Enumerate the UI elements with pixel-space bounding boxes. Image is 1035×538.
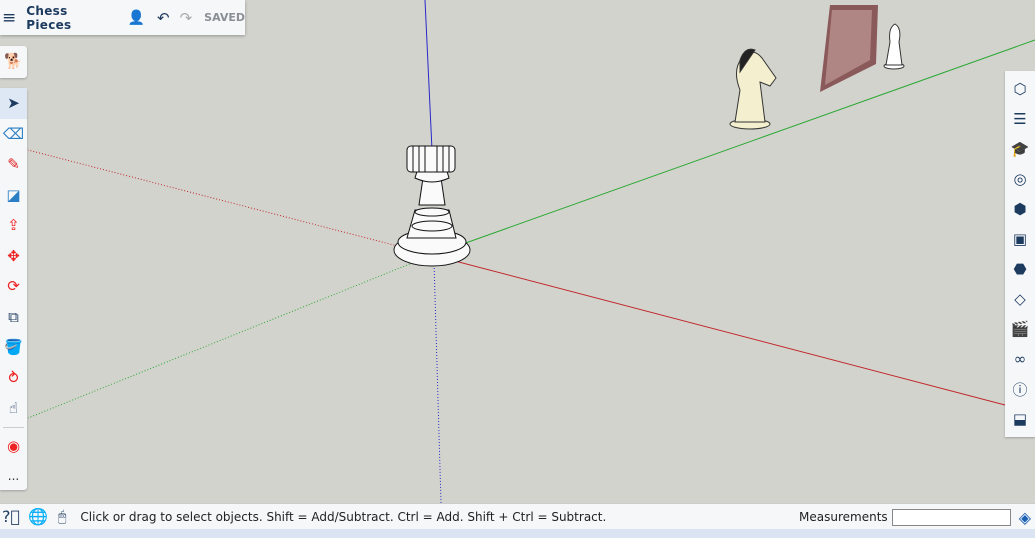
- redo-icon[interactable]: ↷: [180, 9, 193, 27]
- save-status: SAVED: [204, 11, 245, 24]
- left-toolbar: ➤ ⌫ ✎ ◪ ⇪ ✥ ⟳ ⧉ 🪣 ⥁ ☝ ◉ ...: [0, 88, 27, 490]
- mouse-icon[interactable]: 🖱: [58, 509, 66, 525]
- right-toolbar: ⬡ ☰ 🎓 ◎ ⬢ ▣ ⬣ ◇ 🎬 ∞ ⓘ ⬓: [1005, 71, 1035, 437]
- green-axis-negative: [27, 254, 433, 419]
- tags-icon[interactable]: ◇: [1005, 284, 1035, 314]
- search-toolbar: 🐕: [0, 46, 27, 78]
- scenes-icon[interactable]: 🎬: [1005, 314, 1035, 344]
- undo-icon[interactable]: ↶: [157, 9, 170, 27]
- blue-axis-negative: [433, 261, 442, 504]
- pan-tool-icon[interactable]: ☝: [0, 393, 27, 424]
- os-taskbar: [0, 529, 1035, 538]
- scale-tool-icon[interactable]: ⧉: [0, 302, 27, 333]
- measurements-input[interactable]: [891, 508, 1011, 526]
- sketchup-logo-icon: ◈: [1018, 507, 1031, 527]
- knight-piece: [729, 48, 777, 130]
- model-canvas[interactable]: [0, 0, 1035, 504]
- green-axis: [431, 39, 1035, 256]
- rotate-tool-icon[interactable]: ⟳: [0, 271, 27, 302]
- pencil-tool-icon[interactable]: ✎: [0, 149, 27, 180]
- search-tool-icon[interactable]: 🐕: [0, 46, 27, 77]
- 3d-viewport[interactable]: [0, 0, 1035, 504]
- rectangle-tool-icon[interactable]: ◪: [0, 180, 27, 211]
- globe-icon[interactable]: 🌐: [28, 507, 48, 526]
- hamburger-icon[interactable]: ≡: [2, 8, 16, 28]
- status-message: Click or drag to select objects. Shift =…: [80, 509, 607, 524]
- solid-tools-icon[interactable]: ⬣: [1005, 254, 1035, 284]
- push-pull-tool-icon[interactable]: ⇪: [0, 210, 27, 241]
- measurements-label: Measurements: [799, 510, 888, 524]
- materials-icon[interactable]: ◎: [1005, 164, 1035, 194]
- status-bar: ?⃝ 🌐 🖱 Click or drag to select objects. …: [0, 503, 1035, 529]
- info-icon[interactable]: ⓘ: [1005, 374, 1035, 404]
- eraser-tool-icon[interactable]: ⌫: [0, 119, 27, 150]
- components-icon[interactable]: ⬢: [1005, 194, 1035, 224]
- tape-measure-tool-icon[interactable]: ◉: [0, 431, 27, 462]
- orbit-tool-icon[interactable]: ⥁: [0, 363, 27, 394]
- 3d-warehouse-icon[interactable]: ⬓: [1005, 404, 1035, 434]
- blue-axis: [424, 0, 433, 151]
- red-axis-negative: [27, 149, 433, 256]
- top-bar: ≡ Chess Pieces 👤 ↶ ↷ SAVED: [0, 0, 245, 35]
- instructor-icon[interactable]: 🎓: [1005, 134, 1035, 164]
- measurements-box: Measurements ◈: [799, 504, 1035, 530]
- bishop-piece: [883, 23, 905, 70]
- red-axis: [431, 254, 1006, 406]
- entity-info-icon[interactable]: ⬡: [1005, 74, 1035, 104]
- rook-piece: [393, 145, 471, 267]
- chessboard-image: [820, 5, 878, 92]
- select-tool-icon[interactable]: ➤: [0, 88, 27, 119]
- display-icon[interactable]: ∞: [1005, 344, 1035, 374]
- more-tools-icon[interactable]: ...: [0, 461, 27, 492]
- add-user-icon[interactable]: 👤: [128, 10, 145, 26]
- move-tool-icon[interactable]: ✥: [0, 241, 27, 272]
- outliner-icon[interactable]: ☰: [1005, 104, 1035, 134]
- paint-bucket-tool-icon[interactable]: 🪣: [0, 332, 27, 363]
- model-title[interactable]: Chess Pieces: [26, 4, 109, 32]
- styles-icon[interactable]: ▣: [1005, 224, 1035, 254]
- help-icon[interactable]: ?⃝: [2, 507, 20, 526]
